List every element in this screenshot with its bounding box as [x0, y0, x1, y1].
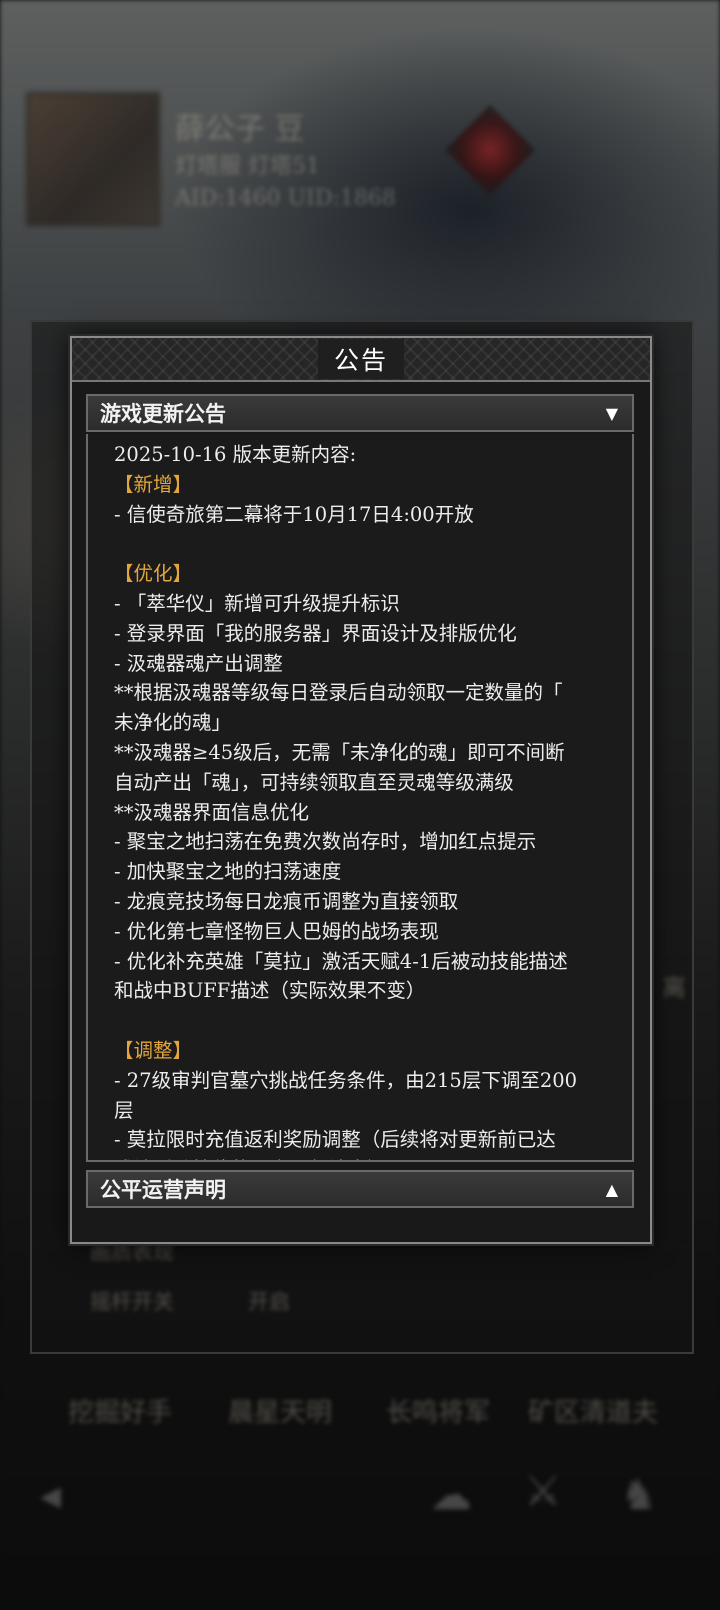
- text-line: - 优化补充英雄「莫拉」激活天赋4-1后被动技能描述: [114, 949, 568, 973]
- section-tag: 【优化】: [114, 562, 193, 586]
- section-fair-operation-header[interactable]: 公平运营声明 ▲: [86, 1170, 634, 1208]
- player-ids: AID:1460 UID:1868: [175, 186, 396, 211]
- text-line: - 「萃华仪」新增可升级提升标识: [114, 591, 400, 615]
- nav-icon-3: ♞: [620, 1470, 658, 1519]
- setting-label-joystick: 摇杆开关: [90, 1290, 174, 1314]
- text-line: - 27级审判官墓穴挑战任务条件，由215层下调至200: [114, 1068, 578, 1092]
- dialog-title: 公告: [317, 339, 404, 379]
- player-avatar: [26, 92, 160, 226]
- section-title: 游戏更新公告: [100, 401, 226, 426]
- text-line: - 龙痕竞技场每日龙痕币调整为直接领取: [114, 889, 459, 913]
- hero-name-2: 晨星天明: [228, 1398, 333, 1428]
- dialog-header: 公告: [72, 338, 650, 382]
- player-name: 薛公子 豆: [175, 112, 305, 147]
- announcement-content-scroll[interactable]: 2025-10-16 版本更新内容: 【新增】 - 信使奇旅第二幕将于10月17日4…: [86, 434, 634, 1162]
- text-line: 成该活动档位的玩家进行补发）: [114, 1155, 614, 1160]
- text-line: **汲魂器界面信息优化: [114, 800, 310, 824]
- expand-arrow-icon[interactable]: ▲: [606, 1180, 618, 1199]
- announcement-text: 2025-10-16 版本更新内容: 【新增】 - 信使奇旅第二幕将于10月17日4…: [88, 434, 632, 1160]
- announcement-dialog: 公告 游戏更新公告 ▼ 2025-10-16 版本更新内容: 【新增】 - 信使奇旅…: [70, 336, 652, 1244]
- text-line: - 信使奇旅第二幕将于10月17日4:00开放: [114, 502, 474, 526]
- text-line: - 莫拉限时充值返利奖励调整（后续将对更新前已达: [114, 1128, 556, 1152]
- text-line: 未净化的魂」: [114, 711, 232, 735]
- hero-name-3: 长鸣将军: [386, 1398, 491, 1428]
- section-tag: 【调整】: [114, 1038, 193, 1062]
- text-line: - 登录界面「我的服务器」界面设计及排版优化: [114, 621, 517, 645]
- text-line: - 加快聚宝之地的扫荡速度: [114, 860, 342, 884]
- text-line: - 优化第七章怪物巨人巴姆的战场表现: [114, 919, 439, 943]
- section-title: 公平运营声明: [100, 1177, 226, 1202]
- text-line: 2025-10-16 版本更新内容:: [114, 443, 357, 466]
- section-game-update-header[interactable]: 游戏更新公告 ▼: [86, 394, 634, 432]
- player-server: 灯塔服 灯塔51: [175, 154, 320, 179]
- hero-name-1: 挖掘好手: [68, 1398, 173, 1428]
- hero-name-4: 矿区清道夫: [528, 1398, 659, 1428]
- section-tag: 【新增】: [114, 472, 193, 496]
- back-icon: ◂: [40, 1470, 62, 1519]
- text-line: 和战中BUFF描述（实际效果不变）: [114, 979, 426, 1003]
- text-line: - 汲魂器魂产出调整: [114, 651, 283, 675]
- nav-icon-1: ☁: [430, 1470, 472, 1519]
- text-line: **汲魂器≥45级后，无需「未净化的魂」即可不间断: [114, 740, 565, 764]
- collapse-arrow-icon[interactable]: ▼: [606, 404, 618, 423]
- text-line: 自动产出「魂」，可持续领取直至灵魂等级满级: [114, 770, 514, 794]
- nav-icon-2: ⚔: [524, 1466, 562, 1515]
- text-line: 层: [114, 1098, 134, 1122]
- side-label: 离: [662, 974, 686, 1002]
- text-line: **根据汲魂器等级每日登录后自动领取一定数量的「: [114, 681, 563, 705]
- setting-option-on: 开启: [248, 1290, 290, 1314]
- text-line: - 聚宝之地扫荡在免费次数尚存时，增加红点提示: [114, 830, 537, 854]
